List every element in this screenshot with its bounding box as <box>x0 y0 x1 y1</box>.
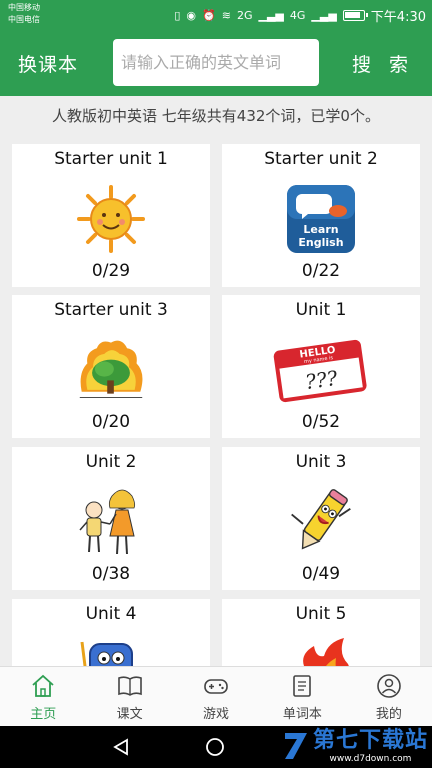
unit-card-unit-3[interactable]: Unit 3 0/49 <box>222 447 420 590</box>
home-circle-icon[interactable] <box>205 737 225 757</box>
unit-title: Unit 1 <box>295 300 347 320</box>
search-button[interactable]: 搜 索 <box>352 50 414 77</box>
wifi-icon: ≋ <box>221 8 231 22</box>
learn-english-badge-icon: Learn English <box>286 179 356 259</box>
unit-card-unit-4[interactable]: Unit 4 <box>12 599 210 666</box>
unit-title: Starter unit 1 <box>54 149 168 169</box>
vibrate-icon: ▯ <box>174 8 181 22</box>
unit-card-starter-3[interactable]: Starter unit 3 0/20 <box>12 295 210 438</box>
bottom-tab-bar: 主页 课文 游戏 单词本 我的 <box>0 666 432 726</box>
battery-icon <box>342 9 368 21</box>
unit-card-unit-5[interactable]: Unit 5 <box>222 599 420 666</box>
badge-text-learn: Learn <box>303 223 338 236</box>
unit-title: Unit 3 <box>295 452 347 472</box>
status-bar: 中国移动 中国电信 ▯ ◉ ⏰ ≋ 2G ▁▃▅ 4G ▁▃▅ 下午4:30 <box>0 0 432 30</box>
smiling-sun-icon <box>76 179 146 259</box>
unit-title: Unit 5 <box>295 604 347 624</box>
unit-title: Starter unit 3 <box>54 300 168 320</box>
unit-card-starter-2[interactable]: Starter unit 2 Learn English 0/22 <box>222 144 420 287</box>
tab-wordbook[interactable]: 单词本 <box>259 667 345 726</box>
progress-summary: 人教版初中英语 七年级共有432个词，已学0个。 <box>0 96 432 136</box>
unit-grid: Starter unit 1 0/29 Starter unit 2 Learn… <box>0 136 432 666</box>
pencil-character-icon <box>286 482 356 562</box>
watermark: 第七下载站 www.d7down.com <box>281 728 428 764</box>
unit-progress: 0/29 <box>91 261 131 281</box>
app-bar: 换课本 搜 索 <box>0 30 432 96</box>
tab-text[interactable]: 课文 <box>86 667 172 726</box>
two-kids-icon <box>76 482 146 562</box>
tab-label: 课文 <box>116 707 143 722</box>
tab-label: 游戏 <box>203 707 230 722</box>
unit-progress: 0/38 <box>91 564 131 584</box>
home-icon <box>32 674 54 697</box>
watermark-url: www.d7down.com <box>329 754 412 764</box>
signal-icon: ▁▃▅ <box>258 8 284 22</box>
burning-tree-icon <box>76 330 146 410</box>
badge-text-english: English <box>298 236 343 249</box>
flames-icon <box>286 634 356 666</box>
tab-label: 主页 <box>30 707 57 722</box>
signal-icon: ▁▃▅ <box>311 8 337 22</box>
back-icon[interactable] <box>112 738 130 756</box>
alarm-icon: ⏰ <box>202 8 216 22</box>
unit-card-starter-1[interactable]: Starter unit 1 0/29 <box>12 144 210 287</box>
unit-progress: 0/20 <box>91 412 131 432</box>
book-icon <box>117 676 142 696</box>
tab-mine[interactable]: 我的 <box>346 667 432 726</box>
search-input[interactable] <box>113 39 319 86</box>
unit-card-unit-1[interactable]: Unit 1 HELLO my name is ??? 0/52 <box>222 295 420 438</box>
network-4g: 4G <box>289 8 306 22</box>
unit-title: Unit 2 <box>85 452 137 472</box>
blue-backpack-icon <box>76 634 146 666</box>
system-nav-bar: 第七下载站 www.d7down.com <box>0 726 432 768</box>
tab-home[interactable]: 主页 <box>0 667 86 726</box>
carrier-info: 中国移动 中国电信 <box>8 2 40 26</box>
unit-progress: 0/22 <box>301 261 341 281</box>
eye-icon: ◉ <box>186 8 197 22</box>
tab-games[interactable]: 游戏 <box>173 667 259 726</box>
carrier-1: 中国移动 <box>8 3 40 12</box>
clock: 下午4:30 <box>370 9 426 25</box>
network-2g: 2G <box>236 8 253 22</box>
tab-label: 我的 <box>375 707 402 722</box>
switch-textbook-button[interactable]: 换课本 <box>18 50 78 77</box>
tag-text-question: ??? <box>304 366 339 394</box>
notebook-icon <box>293 675 312 697</box>
gamepad-icon <box>204 679 228 694</box>
unit-progress: 0/49 <box>301 564 341 584</box>
unit-title: Starter unit 2 <box>264 149 378 169</box>
watermark-title: 第七下载站 <box>312 728 428 753</box>
unit-progress: 0/52 <box>301 412 341 432</box>
d7down-logo-icon <box>284 733 307 759</box>
carrier-2: 中国电信 <box>8 15 40 24</box>
unit-card-unit-2[interactable]: Unit 2 0/38 <box>12 447 210 590</box>
hello-name-tag-icon: HELLO my name is ??? <box>270 330 370 410</box>
tab-label: 单词本 <box>282 707 322 722</box>
status-indicators: ▯ ◉ ⏰ ≋ 2G ▁▃▅ 4G ▁▃▅ 下午4:30 <box>174 5 426 25</box>
user-icon <box>377 674 401 698</box>
unit-title: Unit 4 <box>85 604 137 624</box>
